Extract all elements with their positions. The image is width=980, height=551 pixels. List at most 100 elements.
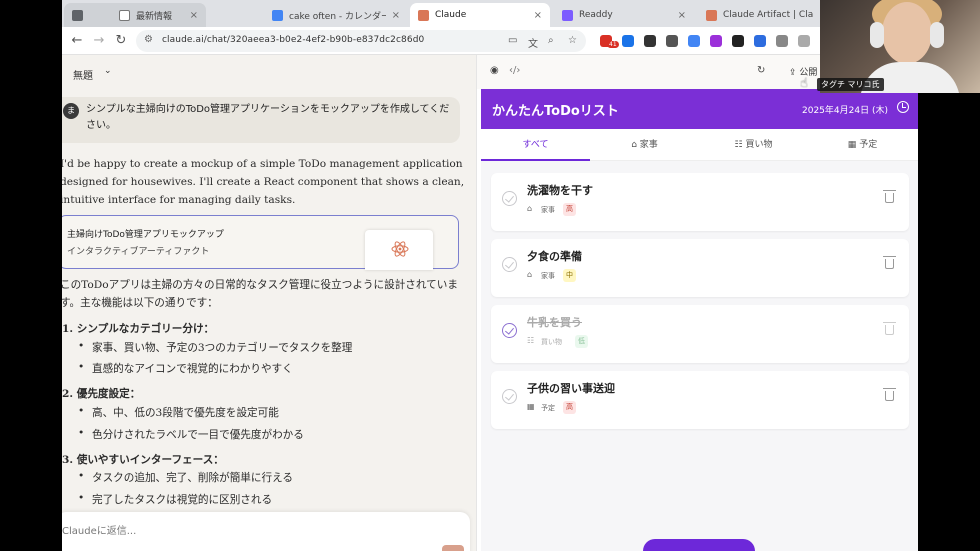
date-label: 2025年4月24日 (木) <box>802 106 888 116</box>
browser-tab-readdy[interactable]: Readdy × <box>554 3 694 27</box>
extension-icon[interactable] <box>666 35 678 47</box>
task-card: 子供の習い事送迎 ▦ 予定 高 <box>491 371 909 429</box>
chat-pane: 無題 ⌄ ま シンプルな主婦向けのToDo管理アプリケーションをモックアップを作… <box>62 55 476 551</box>
chat-title[interactable]: 無題 <box>73 67 93 82</box>
send-button[interactable] <box>442 545 464 551</box>
list-item: 直感的なアイコンで視覚的にわかりやすく <box>78 361 293 376</box>
close-icon[interactable]: × <box>392 10 400 21</box>
checkbox[interactable] <box>502 191 517 206</box>
list-item: 完了したタスクは視覚的に区別される <box>78 492 272 507</box>
app-title: かんたんToDoリスト <box>492 104 619 119</box>
tab-label: Claude <box>435 10 467 20</box>
back-icon[interactable]: ← <box>68 32 86 50</box>
trash-icon[interactable] <box>883 190 896 203</box>
trash-icon[interactable] <box>883 322 896 335</box>
share-icon: ⇪ <box>789 68 800 78</box>
task-title: 牛乳を買う <box>527 316 582 329</box>
reply-placeholder: Claudeに返信... <box>62 526 137 537</box>
claude-icon <box>706 9 717 21</box>
zoom-icon[interactable]: ⌕ <box>548 35 554 46</box>
task-title: 夕食の準備 <box>527 250 582 263</box>
extension-icon[interactable] <box>732 35 744 47</box>
list-item: 高、中、低の3段階で優先度を設定可能 <box>78 405 279 420</box>
gmail-badge: 41 <box>607 41 619 48</box>
add-task-button[interactable] <box>643 539 755 551</box>
task-category: 予定 <box>541 404 555 412</box>
checkbox[interactable] <box>502 389 517 404</box>
close-icon[interactable]: × <box>190 10 198 21</box>
browser-toolbar: ← → ↻ ⚙ claude.ai/chat/320aeea3-b0e2-4ef… <box>62 27 918 55</box>
calendar-icon: ▦ <box>847 140 857 150</box>
trash-icon[interactable] <box>883 256 896 269</box>
extension-icon[interactable] <box>710 35 722 47</box>
tab-label: Claude Artifact | Claude <box>723 10 814 20</box>
task-card: 夕食の準備 ⌂ 家事 中 <box>491 239 909 297</box>
priority-badge: 高 <box>563 203 576 216</box>
browser-tab-claude[interactable]: Claude × <box>410 3 550 27</box>
install-icon[interactable]: ▭ <box>508 35 517 46</box>
tab-all[interactable]: すべて <box>481 129 590 161</box>
list-item: 家事、買い物、予定の3つのカテゴリーでタスクを整理 <box>78 340 352 355</box>
house-icon: ⌂ <box>631 140 637 150</box>
list-icon: ☷ <box>527 336 535 345</box>
address-bar[interactable]: ⚙ claude.ai/chat/320aeea3-b0e2-4ef2-b90b… <box>136 30 586 52</box>
extension-icon[interactable] <box>644 35 656 47</box>
eye-icon[interactable]: ◉ <box>490 65 499 76</box>
avatar: ま <box>63 103 79 119</box>
code-icon[interactable]: ‹/› <box>509 65 520 76</box>
artifact-thumbnail <box>365 230 433 270</box>
reply-input[interactable]: Claudeに返信... <box>62 512 470 551</box>
puzzle-icon[interactable] <box>776 35 788 47</box>
refresh-icon[interactable]: ↻ <box>757 65 765 76</box>
extension-icon[interactable] <box>754 35 766 47</box>
assistant-intro-text: I'd be happy to create a mockup of a sim… <box>62 158 465 206</box>
priority-badge: 高 <box>563 401 576 414</box>
close-icon[interactable]: × <box>678 10 686 21</box>
forward-icon[interactable]: → <box>90 32 108 50</box>
tab-schedule[interactable]: ▦ 予定 <box>808 129 917 161</box>
trash-icon[interactable] <box>883 388 896 401</box>
task-title: 子供の習い事送迎 <box>527 382 615 395</box>
checkbox[interactable] <box>502 257 517 272</box>
task-category: 家事 <box>541 272 555 280</box>
pointer-cursor-icon: ☝ <box>800 76 808 91</box>
sidebar-icon[interactable] <box>798 35 810 47</box>
reload-icon[interactable]: ↻ <box>112 32 130 50</box>
bookmark-star-icon[interactable]: ☆ <box>568 35 577 46</box>
translate-icon[interactable]: 文 <box>528 35 538 50</box>
artifact-card[interactable]: 主婦向けToDo管理アプリモックアップ インタラクティブアーティファクト <box>62 215 459 270</box>
priority-badge: 低 <box>575 335 588 348</box>
tab-housework[interactable]: ⌂ 家事 <box>590 129 699 161</box>
tab-label: 最新情報 <box>136 11 173 22</box>
task-card: 牛乳を買う ☷ 買い物 低 <box>491 305 909 363</box>
screen: 最新情報 × cake often - カレンダー - 2( × Claude … <box>0 0 980 551</box>
section-heading: 3. 使いやすいインターフェース： <box>62 454 224 466</box>
site-info-icon[interactable]: ⚙ <box>144 34 153 45</box>
extension-icon[interactable] <box>688 35 700 47</box>
tab-shopping[interactable]: ☷ 買い物 <box>699 129 808 161</box>
browser-window: 最新情報 × cake often - カレンダー - 2( × Claude … <box>62 0 918 551</box>
browser-tab-artifact[interactable]: Claude Artifact | Claude <box>698 3 822 27</box>
browser-tab-2[interactable]: cake often - カレンダー - 2( × <box>264 3 408 27</box>
react-icon <box>391 241 409 257</box>
priority-badge: 中 <box>563 269 576 282</box>
task-title: 洗濯物を干す <box>527 184 593 197</box>
claude-icon <box>418 9 429 21</box>
close-icon[interactable]: × <box>534 10 542 21</box>
assistant-summary-text: このToDoアプリは主婦の方々の日常的なタスク管理に役立つように設計されています… <box>62 279 458 309</box>
list-item: タスクの追加、完了、削除が簡単に行える <box>78 470 293 485</box>
checkbox-checked[interactable] <box>502 323 517 338</box>
list-icon: ☷ <box>734 140 743 150</box>
section-heading: 1. シンプルなカテゴリー分け： <box>62 323 215 335</box>
webcam-name-tag: タグチ マリコ氏 <box>817 78 884 91</box>
chevron-down-icon[interactable]: ⌄ <box>104 66 112 76</box>
url-text: claude.ai/chat/320aeea3-b0e2-4ef2-b90b-e… <box>162 35 425 45</box>
tab-label: Readdy <box>579 10 613 20</box>
house-icon: ⌂ <box>527 204 533 213</box>
tab-strip: 最新情報 × cake often - カレンダー - 2( × Claude … <box>62 0 918 27</box>
task-list: 洗濯物を干す ⌂ 家事 高 夕食の準備 ⌂ 家事 中 牛乳を買う ☷ 買い物 低… <box>481 161 918 551</box>
chrome-icon <box>119 9 130 21</box>
browser-tab-1[interactable]: 最新情報 × <box>64 3 206 27</box>
extension-icon[interactable] <box>622 35 634 47</box>
user-message-text: シンプルな主婦向けのToDo管理アプリケーションをモックアップを作成してください… <box>86 104 450 131</box>
